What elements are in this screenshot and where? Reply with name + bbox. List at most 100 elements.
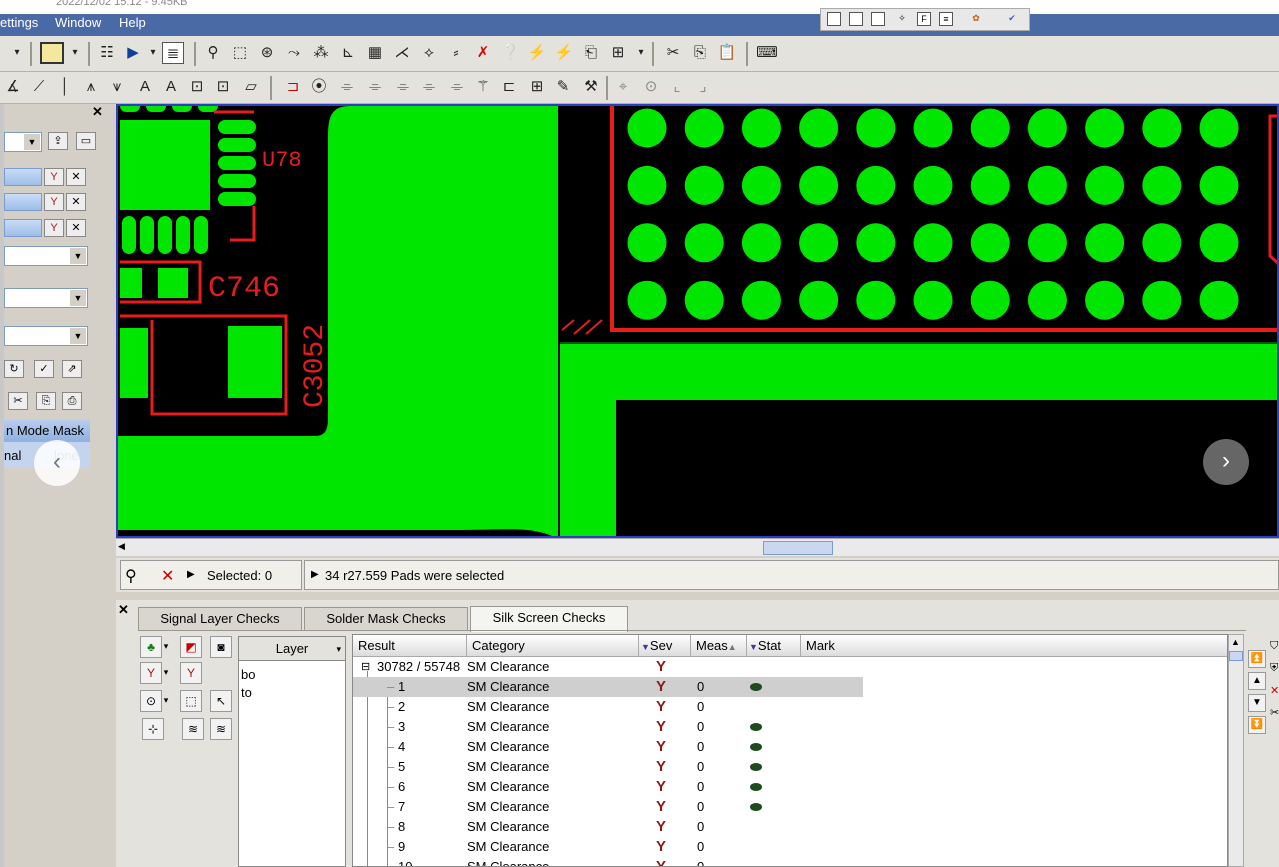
bga-pad[interactable] — [799, 108, 839, 148]
bga-pad[interactable] — [741, 108, 781, 148]
select-trace-icon[interactable]: ⤳ — [283, 42, 305, 64]
list-edit-icon[interactable]: ≋ — [182, 718, 204, 740]
frame-icon[interactable] — [849, 12, 863, 26]
arc-icon[interactable]: ⩛ — [106, 76, 128, 98]
delete-route-icon[interactable]: ✗ — [472, 42, 494, 64]
sev-icon[interactable]: Y — [180, 662, 202, 684]
via-icon[interactable]: ⸗ — [445, 42, 467, 64]
cut-icon[interactable]: ✂ — [662, 42, 684, 64]
bga-pad[interactable] — [1199, 108, 1239, 148]
arc-a-icon[interactable]: A — [134, 76, 156, 98]
bga-pad[interactable] — [1199, 223, 1239, 263]
dropdown-arrow-icon[interactable]: ▾ — [160, 690, 172, 712]
unhighlight-icon[interactable]: ⚡ — [553, 42, 575, 64]
open-folder-icon[interactable]: ⇗ — [62, 360, 82, 378]
drc-icon[interactable]: ⟡ — [418, 42, 440, 64]
bga-pad[interactable] — [1199, 165, 1239, 205]
dropdown-arrow-icon[interactable]: ▾ — [160, 662, 172, 684]
results-vscrollbar[interactable]: ▲ — [1228, 634, 1244, 867]
menu-window[interactable]: Window — [55, 15, 101, 30]
group-row[interactable]: ⊟ 30782 / 55748 SM Clearance Y — [353, 657, 1227, 677]
bga-pad[interactable] — [970, 165, 1010, 205]
table-row[interactable]: –7 SM Clearance Y 0 — [353, 797, 1227, 817]
dashed-box-icon[interactable] — [871, 12, 885, 26]
copy-icon[interactable]: ⎘ — [689, 42, 711, 64]
select-pads-icon[interactable]: ⁂ — [310, 42, 332, 64]
table-row[interactable]: –2 SM Clearance Y 0 — [353, 697, 1227, 717]
bga-pad[interactable] — [856, 165, 896, 205]
arc-box-icon[interactable]: ⊡ — [186, 76, 208, 98]
close-panel-icon[interactable]: ✕ — [92, 104, 108, 119]
eye-icon[interactable] — [750, 743, 762, 751]
bga-pad[interactable] — [1199, 280, 1239, 320]
bga-pad[interactable] — [856, 280, 896, 320]
select-box-icon[interactable]: ⬚ — [180, 690, 202, 712]
bga-pad[interactable] — [1085, 280, 1125, 320]
bga-pad[interactable] — [799, 165, 839, 205]
bga-pad[interactable] — [1027, 280, 1067, 320]
layer-item[interactable]: to — [241, 685, 252, 700]
collapse-icon[interactable]: ⊟ — [361, 657, 370, 677]
scroll-left-icon[interactable]: ◀ — [118, 541, 125, 552]
tree-icon[interactable]: ♣ — [140, 636, 162, 658]
angle-icon[interactable]: ∡ — [2, 76, 24, 98]
bga-pad[interactable] — [1142, 223, 1182, 263]
bga-pad[interactable] — [627, 108, 667, 148]
dropdown-arrow-icon[interactable]: ▾ — [64, 42, 86, 64]
vertical-line-icon[interactable]: │ — [54, 76, 76, 98]
prev-result-icon[interactable]: ▲ — [1248, 672, 1266, 690]
select-net-icon[interactable]: ⊛ — [256, 42, 278, 64]
scroll-up-icon[interactable]: ▲ — [1231, 637, 1240, 647]
star-icon[interactable]: ✧ — [895, 12, 909, 26]
probe-icon[interactable]: ⚚ — [472, 76, 494, 98]
column-stat[interactable]: ▼Stat — [747, 635, 801, 657]
tools-icon[interactable]: ⚒ — [580, 76, 602, 98]
table-row[interactable]: –8 SM Clearance Y 0 — [353, 817, 1227, 837]
scroll-thumb[interactable] — [763, 541, 833, 555]
prev-arrow-icon[interactable]: ‹ — [34, 440, 80, 486]
eye-icon[interactable] — [750, 683, 762, 691]
chart-icon[interactable]: ◩ — [180, 636, 202, 658]
target-icon[interactable]: ⊙ — [140, 690, 162, 712]
sev-filter-icon[interactable]: Y — [140, 662, 162, 684]
clear-icon[interactable]: ✕ — [161, 566, 174, 586]
next-arrow-icon[interactable]: › — [1203, 439, 1249, 485]
bga-pad[interactable] — [627, 165, 667, 205]
snap-a-icon[interactable]: ⌯ — [336, 76, 358, 98]
sev-icon[interactable]: Y — [44, 219, 64, 237]
close-panel-icon[interactable]: ✕ — [118, 602, 129, 618]
palette-icon[interactable]: ✿ — [969, 12, 983, 26]
left-combo-4[interactable]: ▼ — [4, 326, 88, 346]
column-mark[interactable]: Mark — [801, 635, 1227, 657]
arc-up-icon[interactable]: ⩚ — [80, 76, 102, 98]
bga-pad[interactable] — [799, 280, 839, 320]
close-icon[interactable]: ✕ — [66, 219, 86, 237]
f-box-icon[interactable]: F — [917, 12, 931, 26]
dropdown-arrow-icon[interactable]: ▾ — [630, 42, 652, 64]
table-row[interactable]: –4 SM Clearance Y 0 — [353, 737, 1227, 757]
bga-pad[interactable] — [913, 108, 953, 148]
tab-silk-screen-checks[interactable]: Silk Screen Checks — [470, 606, 628, 632]
bga-pad[interactable] — [741, 280, 781, 320]
center-icon[interactable]: ⌖ — [612, 76, 634, 98]
snap-box-icon[interactable]: ⊏ — [498, 76, 520, 98]
highlight-icon[interactable]: ⚡ — [526, 42, 548, 64]
bga-pad[interactable] — [684, 223, 724, 263]
table-row[interactable]: –5 SM Clearance Y 0 — [353, 757, 1227, 777]
sev-icon[interactable]: Y — [44, 168, 64, 186]
tab-solder-mask-checks[interactable]: Solder Mask Checks — [304, 607, 468, 631]
bga-pad[interactable] — [1142, 165, 1182, 205]
add-shape-icon[interactable]: ⊹ — [142, 718, 164, 740]
table-row[interactable]: –1 SM Clearance Y 0 — [353, 677, 863, 697]
camera-icon[interactable]: ◙ — [210, 636, 232, 658]
cut-icon[interactable]: ✂ — [8, 392, 28, 410]
checkbox-icon[interactable] — [827, 12, 841, 26]
folder-up-icon[interactable]: ⇪ — [48, 132, 68, 150]
left-combo-2[interactable]: ▼ — [4, 246, 88, 266]
shield-icon[interactable]: ⛨ — [1270, 662, 1278, 675]
layer-item[interactable]: bo — [241, 667, 255, 682]
table-row[interactable]: –3 SM Clearance Y 0 — [353, 717, 1227, 737]
bga-pad[interactable] — [913, 165, 953, 205]
bga-pad[interactable] — [684, 165, 724, 205]
select-box-icon[interactable]: ⬚ — [229, 42, 251, 64]
